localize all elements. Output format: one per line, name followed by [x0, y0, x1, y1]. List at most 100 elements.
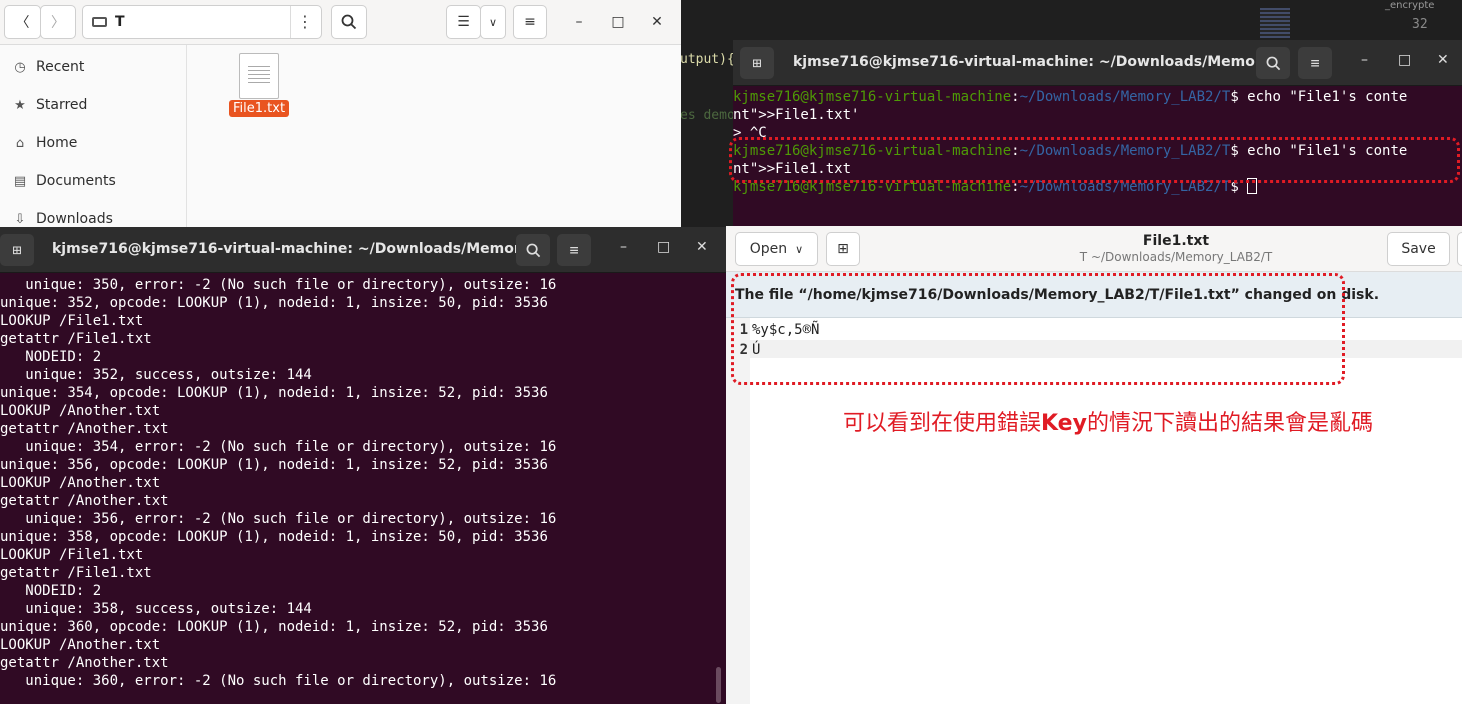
hamburger-icon: ≡: [569, 241, 579, 259]
home-icon: ⌂: [15, 135, 25, 151]
search-button[interactable]: [1256, 47, 1290, 79]
minimize-button[interactable]: –: [566, 8, 592, 36]
document-path: T ~/Downloads/Memory_LAB2/T: [1079, 250, 1273, 264]
background-code-fragment: utput){: [680, 52, 735, 67]
search-icon: [1266, 56, 1280, 70]
terminal-line: unique: 350, error: -2 (No such file or …: [0, 277, 557, 293]
terminal-line: getattr /File1.txt: [0, 331, 152, 347]
search-button[interactable]: [331, 5, 367, 39]
terminal-headerbar: ⊞ kjmse716@kjmse716-virtual-machine: ~/D…: [0, 227, 726, 273]
location-name: T: [115, 14, 125, 30]
sidebar-item-downloads[interactable]: ⇩ Downloads: [12, 211, 113, 227]
minimap: [1260, 8, 1290, 38]
menu-button[interactable]: ≡: [557, 234, 591, 266]
close-button[interactable]: ✕: [644, 8, 670, 36]
hamburger-icon: ≡: [1310, 54, 1320, 72]
text-file-icon[interactable]: [239, 53, 279, 99]
sidebar-item-starred[interactable]: ★ Starred: [12, 97, 87, 113]
annotation-caption: 可以看到在使用錯誤Key的情況下讀出的結果會是亂碼: [843, 405, 1373, 437]
minimize-icon[interactable]: –: [1361, 52, 1368, 68]
minimize-icon: –: [575, 14, 583, 30]
new-tab-button[interactable]: ⊞: [740, 47, 774, 79]
maximize-button[interactable]: □: [605, 8, 631, 36]
terminal-line: unique: 352, opcode: LOOKUP (1), nodeid:…: [0, 295, 548, 311]
terminal-headerbar: ⊞ kjmse716@kjmse716-virtual-machine: ~/D…: [733, 40, 1462, 86]
terminal-line: unique: 356, error: -2 (No such file or …: [0, 511, 557, 527]
terminal-line: unique: 354, error: -2 (No such file or …: [0, 439, 557, 455]
document-title: File1.txt: [1142, 233, 1210, 249]
sidebar-item-documents[interactable]: ▤ Documents: [12, 173, 116, 189]
terminal-line: unique: 354, opcode: LOOKUP (1), nodeid:…: [0, 385, 548, 401]
more-vertical-icon[interactable]: ⋮: [297, 12, 313, 31]
terminal-window-bottom: ⊞ kjmse716@kjmse716-virtual-machine: ~/D…: [0, 227, 726, 704]
view-options-button[interactable]: ∨: [480, 5, 506, 39]
list-view-button[interactable]: ☰: [446, 5, 481, 39]
terminal-line: getattr /Another.txt: [0, 493, 169, 509]
sidebar-item-label: Downloads: [36, 211, 113, 227]
save-label: Save: [1401, 241, 1436, 257]
terminal-line: LOOKUP /Another.txt: [0, 403, 161, 419]
terminal-line: LOOKUP /Another.txt: [0, 475, 161, 491]
line-number: 32: [1412, 17, 1428, 32]
editor-headerbar: Open ∨ ⊞ File1.txt T ~/Downloads/Memory_L…: [726, 226, 1462, 272]
annotation-text: 可以看到在使用錯誤: [843, 411, 1042, 436]
maximize-icon[interactable]: □: [657, 239, 670, 255]
document-icon: ▤: [13, 173, 27, 189]
terminal-line: unique: 360, error: -2 (No such file or …: [0, 673, 557, 689]
terminal-scrollbar[interactable]: [716, 667, 721, 703]
annotation-text: 的情況下讀出的結果會是亂碼: [1086, 411, 1373, 436]
terminal-line: LOOKUP /Another.txt: [0, 637, 161, 653]
sidebar-item-label: Recent: [36, 59, 85, 75]
close-icon[interactable]: ✕: [696, 239, 708, 255]
sidebar: ◷ Recent ★ Starred ⌂ Home ▤ Documents ⇩ Downl…: [0, 45, 187, 228]
forward-button[interactable]: 〉: [40, 5, 76, 39]
menu-button[interactable]: [1457, 232, 1462, 266]
sidebar-item-home[interactable]: ⌂ Home: [12, 135, 77, 151]
menu-button[interactable]: ≡: [1298, 47, 1332, 79]
terminal-line: unique: 360, opcode: LOOKUP (1), nodeid:…: [0, 619, 548, 635]
menu-button[interactable]: ≡: [513, 5, 547, 39]
terminal-line: nt">>File1.txt': [733, 107, 860, 123]
minimize-icon[interactable]: –: [620, 239, 627, 255]
terminal-line: NODEID: 2: [0, 583, 102, 599]
terminal-line: unique: 356, opcode: LOOKUP (1), nodeid:…: [0, 457, 548, 473]
chevron-left-icon: 〈: [15, 15, 30, 31]
command-text: $ echo "File1's conte: [1230, 89, 1408, 105]
list-view-icon: ☰: [457, 14, 470, 30]
sidebar-item-recent[interactable]: ◷ Recent: [12, 59, 84, 75]
sidebar-item-label: Documents: [36, 173, 116, 189]
terminal-line: getattr /Another.txt: [0, 421, 169, 437]
location-separator: [290, 6, 291, 38]
highlight-box-editor: [731, 273, 1345, 385]
terminal-window-top: ⊞ kjmse716@kjmse716-virtual-machine: ~/D…: [733, 40, 1462, 226]
prompt-colon: :: [1011, 89, 1020, 105]
drive-icon: [92, 17, 107, 27]
chevron-down-icon: ∨: [488, 15, 498, 29]
new-tab-icon: ⊞: [752, 54, 762, 72]
download-icon: ⇩: [14, 211, 26, 227]
terminal-line: getattr /Another.txt: [0, 655, 169, 671]
prompt-user: kjmse716@kjmse716-virtual-machine: [733, 89, 1012, 105]
close-icon[interactable]: ✕: [1437, 52, 1449, 68]
star-icon: ★: [14, 97, 26, 113]
terminal-line: unique: 358, opcode: LOOKUP (1), nodeid:…: [0, 529, 548, 545]
terminal-line: LOOKUP /File1.txt: [0, 313, 144, 329]
maximize-icon[interactable]: □: [1398, 52, 1411, 68]
terminal-title: kjmse716@kjmse716-virtual-machine: ~/Dow…: [793, 54, 1286, 70]
terminal-line: unique: 352, success, outsize: 144: [0, 367, 312, 383]
file-manager-headerbar: 〈 〉 T ⋮ ☰ ∨ ≡ – □ ✕: [0, 0, 681, 45]
terminal-line: NODEID: 2: [0, 349, 102, 365]
hamburger-icon: ≡: [524, 14, 536, 30]
search-button[interactable]: [516, 234, 550, 266]
terminal-title: kjmse716@kjmse716-virtual-machine: ~/Dow…: [52, 241, 545, 257]
file-name-label[interactable]: File1.txt: [229, 100, 290, 117]
save-button[interactable]: Save: [1387, 232, 1450, 266]
new-tab-button[interactable]: ⊞: [0, 234, 34, 266]
back-button[interactable]: 〈: [4, 5, 41, 39]
terminal-line: unique: 358, success, outsize: 144: [0, 601, 312, 617]
terminal-line: kjmse716@kjmse716-virtual-machine:~/Down…: [733, 88, 1407, 106]
prompt-path: ~/Downloads/Memory_LAB2/T: [1019, 89, 1231, 105]
background-code-comment: es demo: [680, 108, 735, 123]
location-bar[interactable]: T ⋮: [82, 5, 322, 39]
close-icon: ✕: [651, 14, 663, 30]
